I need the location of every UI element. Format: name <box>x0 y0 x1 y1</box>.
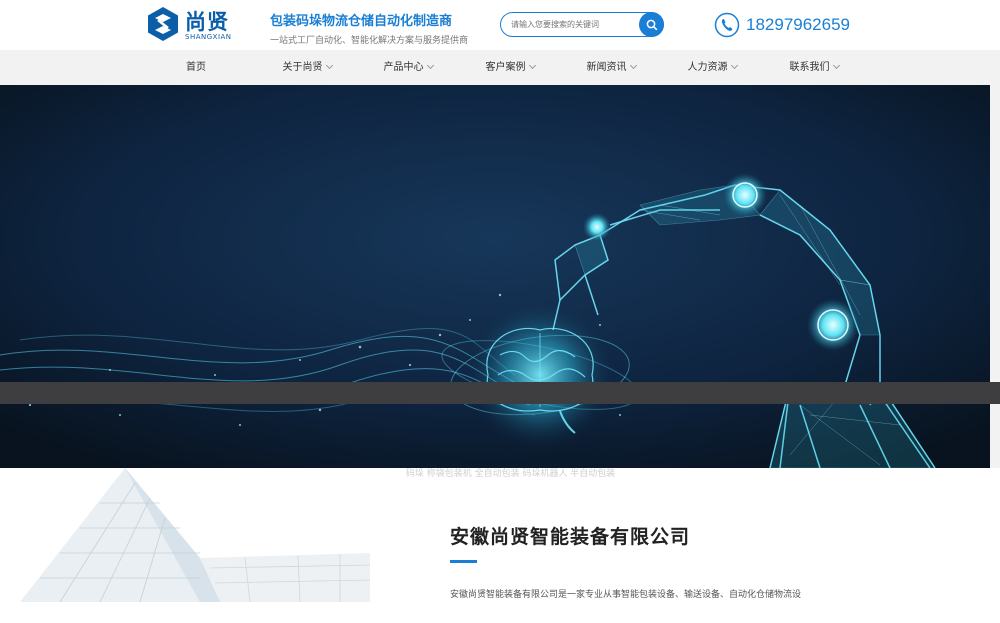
nav-item-contact[interactable]: 联系我们 <box>769 50 859 85</box>
logo-text: 尚贤 <box>185 10 229 34</box>
nav-label: 客户案例 <box>485 62 526 73</box>
company-description: 安徽尚贤智能装备有限公司是一家专业从事智能包装设备、输送设备、自动化仓储物流设 <box>450 590 802 600</box>
chevron-down-icon <box>426 61 434 70</box>
search-box <box>500 12 664 37</box>
logo[interactable]: 尚贤 SHANGXIAN <box>145 6 237 44</box>
chevron-down-icon <box>629 61 637 70</box>
about-section: 安徽尚贤智能装备有限公司 安徽尚贤智能装备有限公司是一家专业从事智能包装设备、输… <box>0 468 1000 602</box>
hot-search-band <box>0 382 1000 404</box>
nav-item-cases[interactable]: 客户案例 <box>465 50 555 85</box>
banner-robot-brain-image <box>0 85 1000 468</box>
chevron-down-icon <box>528 61 536 70</box>
slogan-sub: 一站式工厂自动化、智能化解决方案与服务提供商 <box>270 36 469 46</box>
logo-subtext: SHANGXIAN <box>185 33 232 41</box>
slogan: 包装码垛物流仓储自动化制造商 一站式工厂自动化、智能化解决方案与服务提供商 <box>270 10 468 46</box>
nav-label: 首页 <box>186 62 206 73</box>
nav-label: 新闻资讯 <box>586 62 627 73</box>
company-title: 安徽尚贤智能装备有限公司 <box>450 526 691 548</box>
search-icon <box>646 19 657 30</box>
title-underline <box>450 560 477 563</box>
nav-label: 人力资源 <box>687 62 728 73</box>
nav-item-about[interactable]: 关于尚贤 <box>262 50 352 85</box>
main-nav: 首页 关于尚贤 产品中心 客户案例 新闻资讯 人力资源 联系我们 <box>0 50 1000 85</box>
search-input[interactable] <box>511 17 636 32</box>
chevron-down-icon <box>325 61 333 70</box>
nav-item-hr[interactable]: 人力资源 <box>667 50 757 85</box>
chevron-down-icon <box>730 61 738 70</box>
search-button[interactable] <box>639 12 664 37</box>
nav-item-news[interactable]: 新闻资讯 <box>566 50 656 85</box>
slogan-main: 包装码垛物流仓储自动化制造商 <box>270 14 453 29</box>
about-building-image <box>0 468 400 602</box>
hero-banner[interactable] <box>0 85 1000 468</box>
nav-label: 联系我们 <box>789 62 830 73</box>
phone-number: 18297962659 <box>746 15 851 34</box>
site-header: 尚贤 SHANGXIAN 包装码垛物流仓储自动化制造商 一站式工厂自动化、智能化… <box>0 0 1000 50</box>
phone-icon <box>714 12 740 38</box>
chevron-down-icon <box>832 61 840 70</box>
nav-label: 关于尚贤 <box>282 62 323 73</box>
phone-contact[interactable]: 18297962659 <box>714 11 850 39</box>
nav-label: 产品中心 <box>383 62 424 73</box>
nav-item-home[interactable]: 首页 <box>175 50 217 85</box>
nav-item-products[interactable]: 产品中心 <box>363 50 453 85</box>
logo-mark-icon <box>148 7 178 41</box>
